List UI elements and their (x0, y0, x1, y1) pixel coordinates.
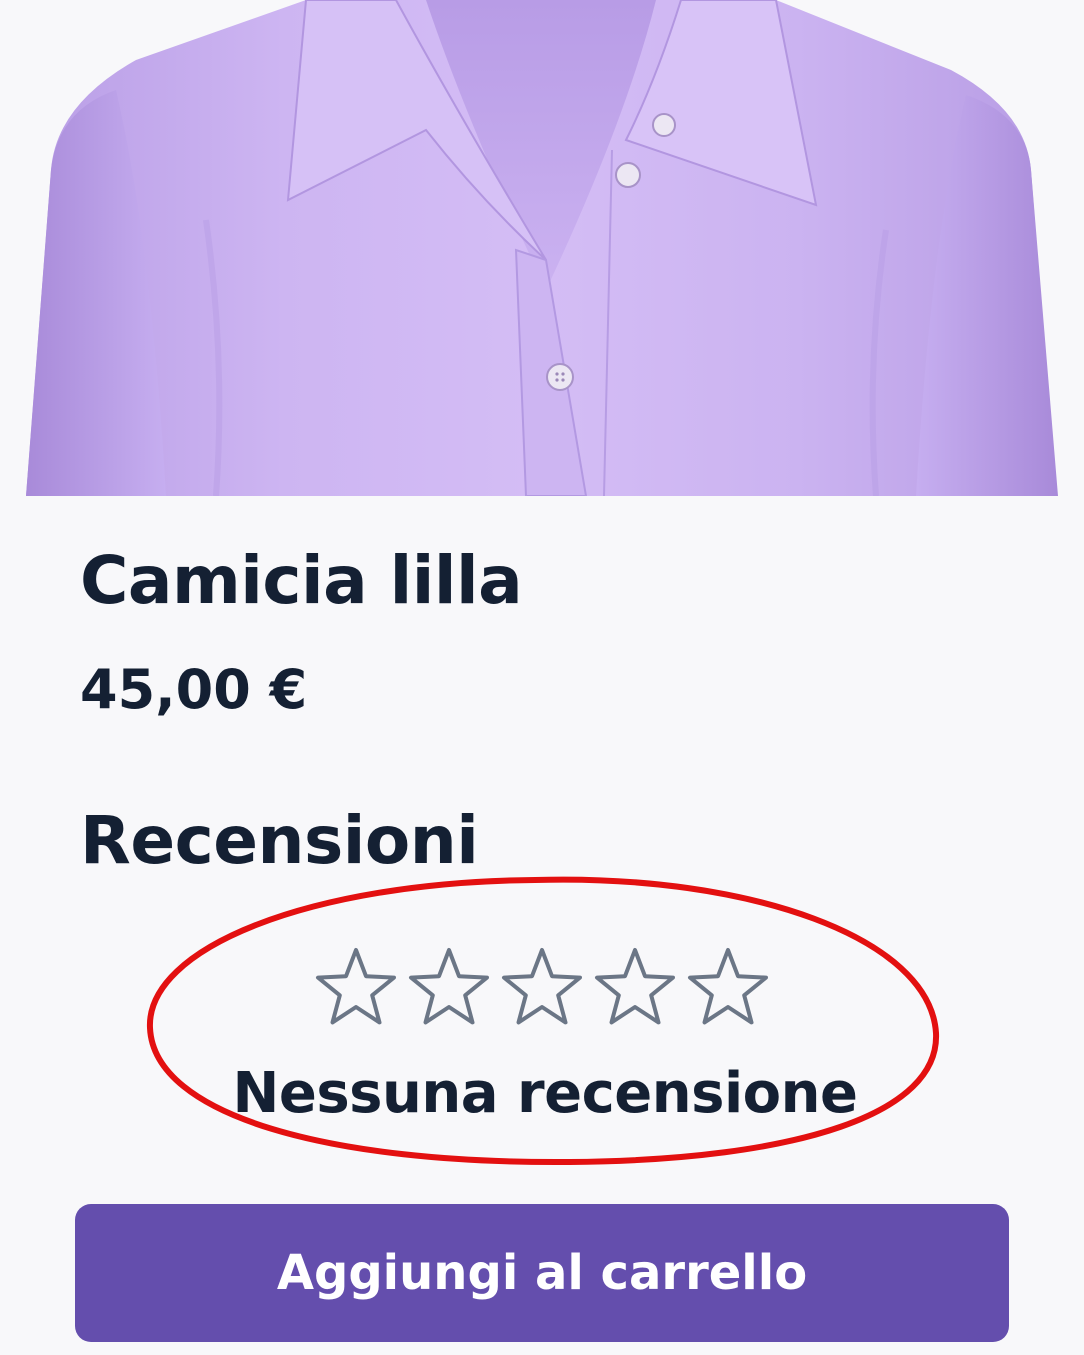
star-outline-icon (595, 948, 675, 1025)
star-outline-icon (316, 948, 396, 1025)
rating-stars (312, 944, 772, 1030)
star-outline-icon (502, 948, 582, 1025)
no-reviews-text: Nessuna recensione (232, 1061, 858, 1126)
lilac-shirt-photo (26, 0, 1058, 496)
star-outline-icon (409, 948, 489, 1025)
add-to-cart-button[interactable]: Aggiungi al carrello (75, 1204, 1009, 1342)
reviews-heading: Recensioni (80, 802, 479, 879)
star-outline-icon (688, 948, 768, 1025)
product-image (26, 0, 1058, 496)
product-price: 45,00 € (80, 658, 308, 721)
product-title: Camicia lilla (80, 542, 523, 619)
